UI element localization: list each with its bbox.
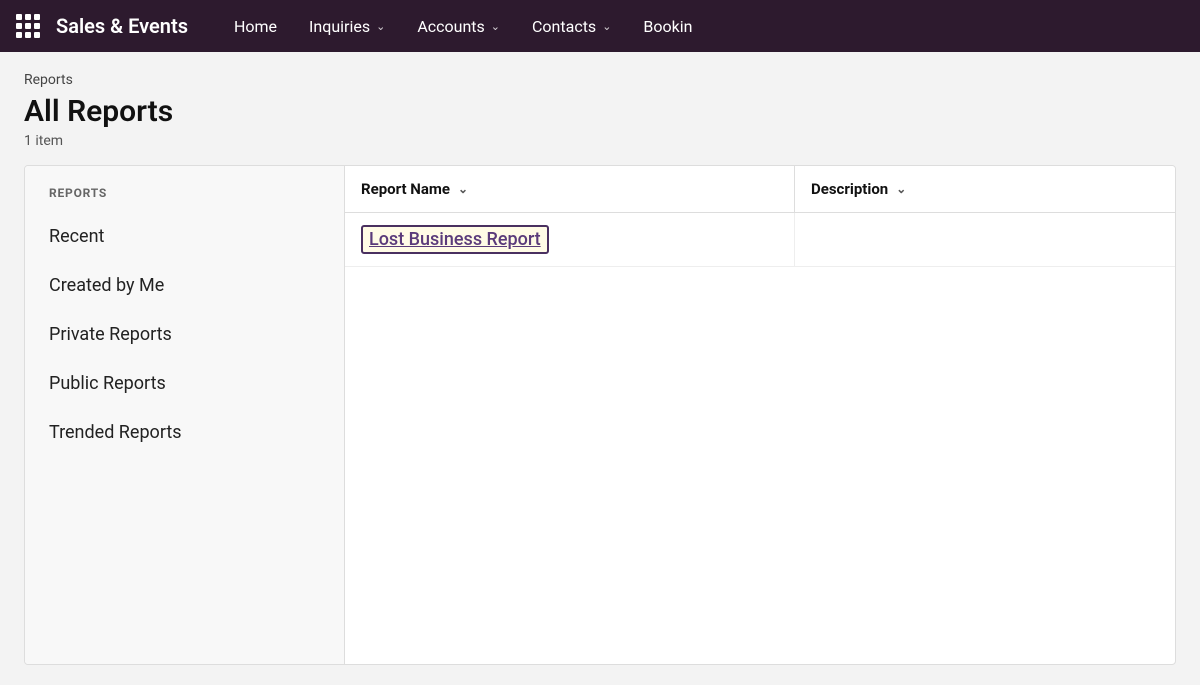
table-header: Report Name ⌄ Description ⌄ (345, 166, 1175, 213)
nav-booking-label: Bookin (643, 17, 692, 36)
description-cell (795, 213, 1175, 266)
sidebar-item-trended-reports[interactable]: Trended Reports (25, 408, 344, 457)
table-body: Lost Business Report (345, 213, 1175, 664)
navbar: Sales & Events Home Inquiries ⌄ Accounts… (0, 0, 1200, 52)
contacts-chevron-icon: ⌄ (602, 20, 611, 33)
page-title: All Reports (24, 94, 1176, 129)
report-name-sort-icon: ⌄ (458, 182, 468, 196)
nav-item-accounts[interactable]: Accounts ⌄ (403, 9, 514, 44)
nav-item-contacts[interactable]: Contacts ⌄ (518, 9, 625, 44)
description-col-label: Description (811, 180, 888, 198)
sidebar: REPORTS Recent Created by Me Private Rep… (25, 166, 345, 664)
nav-contacts-label: Contacts (532, 17, 596, 36)
table-area: Report Name ⌄ Description ⌄ Lost Busines… (345, 166, 1175, 664)
report-name-col-label: Report Name (361, 180, 450, 198)
nav-home-label: Home (234, 17, 277, 36)
inquiries-chevron-icon: ⌄ (376, 20, 385, 33)
nav-items: Home Inquiries ⌄ Accounts ⌄ Contacts ⌄ B… (220, 9, 1184, 44)
main-content: Reports All Reports 1 item REPORTS Recen… (0, 52, 1200, 685)
sidebar-item-created-by-me[interactable]: Created by Me (25, 261, 344, 310)
sidebar-header: REPORTS (25, 186, 344, 212)
nav-item-home[interactable]: Home (220, 9, 291, 44)
lost-business-report-link[interactable]: Lost Business Report (361, 225, 549, 254)
app-brand[interactable]: Sales & Events (56, 14, 188, 38)
reports-container: REPORTS Recent Created by Me Private Rep… (24, 165, 1176, 665)
nav-item-inquiries[interactable]: Inquiries ⌄ (295, 9, 399, 44)
accounts-chevron-icon: ⌄ (491, 20, 500, 33)
table-row: Lost Business Report (345, 213, 1175, 267)
nav-accounts-label: Accounts (417, 17, 484, 36)
breadcrumb: Reports (24, 72, 1176, 88)
description-sort-icon: ⌄ (896, 182, 906, 196)
report-name-cell: Lost Business Report (345, 213, 795, 266)
column-header-description[interactable]: Description ⌄ (795, 166, 1175, 212)
item-count: 1 item (24, 133, 1176, 149)
sidebar-item-private-reports[interactable]: Private Reports (25, 310, 344, 359)
grid-menu-icon[interactable] (16, 14, 40, 38)
column-header-report-name[interactable]: Report Name ⌄ (345, 166, 795, 212)
nav-inquiries-label: Inquiries (309, 17, 370, 36)
nav-item-booking[interactable]: Bookin (629, 9, 706, 44)
sidebar-item-recent[interactable]: Recent (25, 212, 344, 261)
sidebar-item-public-reports[interactable]: Public Reports (25, 359, 344, 408)
